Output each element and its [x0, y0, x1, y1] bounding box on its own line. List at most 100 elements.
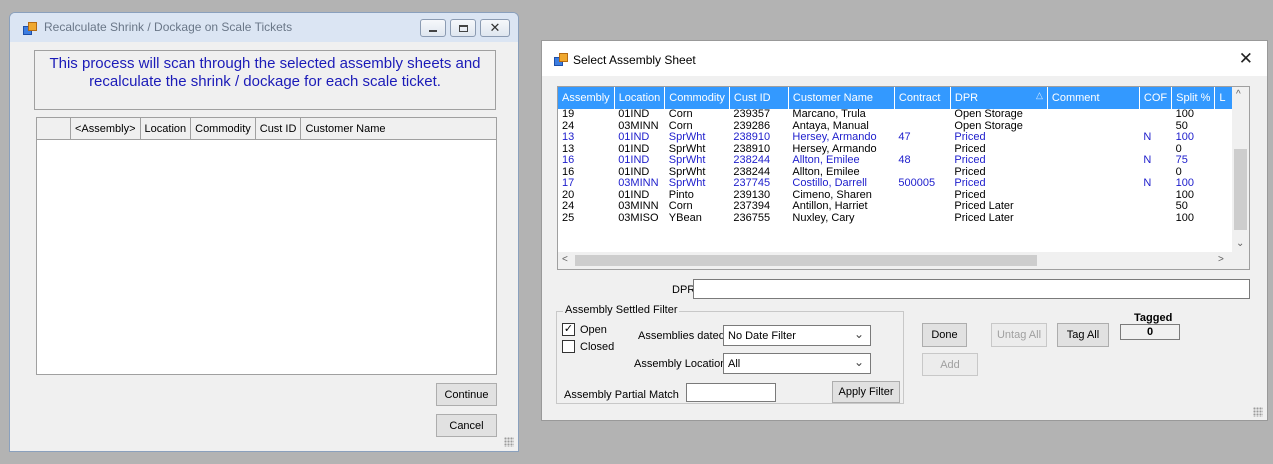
maximize-button[interactable]	[450, 19, 476, 37]
close-button[interactable]: ✕	[480, 19, 510, 37]
cell-assembly: 17	[562, 178, 575, 189]
cell-customer: Cimeno, Sharen	[792, 189, 872, 201]
window-title: Recalculate Shrink / Dockage on Scale Ti…	[44, 20, 293, 34]
banner-message-line1: This process will scan through the selec…	[49, 55, 481, 72]
table-row[interactable]: 16 01IND SprWht 238244 Allton, Emilee Priced 0	[558, 167, 1235, 179]
vertical-scrollbar[interactable]: ^ ⌄	[1232, 87, 1249, 254]
col-customer-name[interactable]: Customer Name	[788, 87, 895, 109]
cell-commodity: Corn	[668, 109, 693, 120]
table-row[interactable]: 19 01IND Corn 239357 Marcano, Trula Open Stor…	[558, 109, 1235, 121]
minimize-icon	[429, 30, 437, 32]
table-row[interactable]: 13 01IND SprWht 238910 Hersey, Armando 47 Pric…	[558, 132, 1235, 144]
cell-split: 50	[1175, 120, 1188, 132]
col-commodity[interactable]: Commodity	[664, 87, 730, 109]
cell-location: 01IND	[618, 109, 650, 120]
resize-grip[interactable]	[1253, 407, 1263, 417]
horizontal-scrollbar[interactable]: < >	[558, 252, 1249, 269]
untag-all-button[interactable]: Untag All	[991, 323, 1047, 347]
add-button[interactable]: Add	[922, 353, 978, 376]
col-cof[interactable]: COF	[1139, 87, 1173, 109]
cell-customer: Antillon, Harriet	[792, 201, 868, 212]
assemblies-dated-value: No Date Filter	[728, 330, 796, 342]
table-row[interactable]: 25 03MISO YBean 236755 Nuxley, Cary Priced La…	[558, 213, 1235, 225]
cell-comment	[1047, 155, 1139, 167]
minimize-button[interactable]	[420, 19, 446, 37]
cell-customer: Allton, Emilee	[792, 166, 860, 178]
cell-commodity: SprWht	[668, 132, 706, 143]
table-row[interactable]: 24 03MINN Corn 239286 Antaya, Manual Open Sto…	[558, 121, 1235, 133]
col-contract[interactable]: Contract	[894, 87, 951, 109]
cell-assembly: 20	[562, 189, 575, 201]
cell-cof: N	[1143, 178, 1152, 189]
cell-contract: 48	[898, 155, 911, 166]
cell-location: 01IND	[618, 155, 650, 166]
assembly-location-value: All	[728, 358, 741, 370]
close-icon[interactable]: ✕	[1239, 49, 1253, 69]
cell-comment	[1047, 144, 1139, 156]
table-row[interactable]: 16 01IND SprWht 238244 Allton, Emilee 48 Price…	[558, 155, 1235, 167]
assembly-grid[interactable]: <Assembly> Location Commodity Cust ID Cu…	[36, 117, 497, 375]
tag-all-button[interactable]: Tag All	[1057, 323, 1109, 347]
cell-comment	[1047, 109, 1139, 121]
tagged-label: Tagged	[1134, 312, 1173, 324]
col-comment[interactable]: Comment	[1047, 87, 1140, 109]
col-cust-id[interactable]: Cust ID	[729, 87, 789, 109]
cell-customer: Costillo, Darrell	[792, 178, 867, 189]
cell-cust-id: 239357	[733, 109, 771, 120]
col-location[interactable]: Location	[141, 118, 192, 139]
cell-comment	[1047, 201, 1139, 213]
col-customer-name[interactable]: Customer Name	[301, 118, 496, 139]
resize-grip[interactable]	[504, 437, 514, 447]
closed-checkbox[interactable]	[562, 340, 575, 353]
col-dpr-label: DPR	[954, 92, 979, 104]
table-row[interactable]: 17 03MINN SprWht 237745 Costillo, Darrell 500…	[558, 178, 1235, 190]
col-commodity[interactable]: Commodity	[191, 118, 256, 139]
assemblies-dated-select[interactable]: No Date Filter ⌄	[723, 325, 871, 346]
cell-split: 100	[1175, 189, 1194, 201]
assembly-sheet-grid[interactable]: Assembly Location Commodity Cust ID Cust…	[557, 86, 1250, 270]
horizontal-scroll-thumb[interactable]	[575, 255, 1037, 266]
cell-cust-id: 239286	[733, 120, 771, 132]
cell-contract	[894, 121, 950, 133]
col-dpr[interactable]: DPR △	[950, 87, 1048, 109]
apply-filter-button[interactable]: Apply Filter	[832, 381, 900, 403]
cell-location: 01IND	[618, 143, 650, 155]
title-bar[interactable]: Recalculate Shrink / Dockage on Scale Ti…	[10, 13, 518, 42]
cell-location: 03MINN	[618, 201, 659, 212]
done-button[interactable]: Done	[922, 323, 967, 347]
col-assembly[interactable]: Assembly	[558, 87, 615, 109]
chevron-down-icon: ⌄	[853, 327, 864, 341]
scroll-left-icon[interactable]: <	[562, 254, 568, 265]
table-row[interactable]: 20 01IND Pinto 239130 Cimeno, Sharen Priced 10…	[558, 190, 1235, 202]
table-row[interactable]: 24 03MINN Corn 237394 Antillon, Harriet Price…	[558, 201, 1235, 213]
cell-commodity: Pinto	[668, 189, 694, 201]
col-assembly[interactable]: <Assembly>	[71, 118, 141, 139]
title-bar[interactable]: Select Assembly Sheet ✕	[542, 41, 1267, 76]
scroll-up-icon[interactable]: ^	[1236, 89, 1241, 100]
cell-cust-id: 238244	[733, 166, 771, 178]
col-location[interactable]: Location	[614, 87, 666, 109]
grid-header: <Assembly> Location Commodity Cust ID Cu…	[37, 118, 496, 140]
scroll-down-icon[interactable]: ⌄	[1236, 238, 1244, 249]
vertical-scroll-thumb[interactable]	[1234, 149, 1247, 230]
cell-dpr: Priced	[954, 132, 986, 143]
assembly-location-select[interactable]: All ⌄	[723, 353, 871, 374]
open-checkbox[interactable]: ✓	[562, 323, 575, 336]
dpr-field[interactable]	[693, 279, 1250, 299]
cell-contract: 47	[898, 132, 911, 143]
scroll-right-icon[interactable]: >	[1218, 254, 1224, 265]
table-row[interactable]: 13 01IND SprWht 238910 Hersey, Armando Priced…	[558, 144, 1235, 156]
cell-cust-id: 237394	[733, 201, 771, 212]
cancel-button[interactable]: Cancel	[436, 414, 497, 437]
partial-match-field[interactable]	[686, 383, 776, 402]
continue-button[interactable]: Continue	[436, 383, 497, 406]
cell-cof	[1139, 167, 1171, 179]
col-cust-id[interactable]: Cust ID	[256, 118, 302, 139]
cell-commodity: SprWht	[668, 178, 706, 189]
assembly-settled-filter-group: Assembly Settled Filter ✓ Open Closed As…	[556, 304, 904, 404]
col-split[interactable]: Split %	[1171, 87, 1216, 109]
cell-comment	[1047, 178, 1139, 190]
cell-cof	[1139, 213, 1171, 225]
cell-contract	[894, 201, 950, 213]
cell-dpr: Priced Later	[954, 201, 1014, 212]
